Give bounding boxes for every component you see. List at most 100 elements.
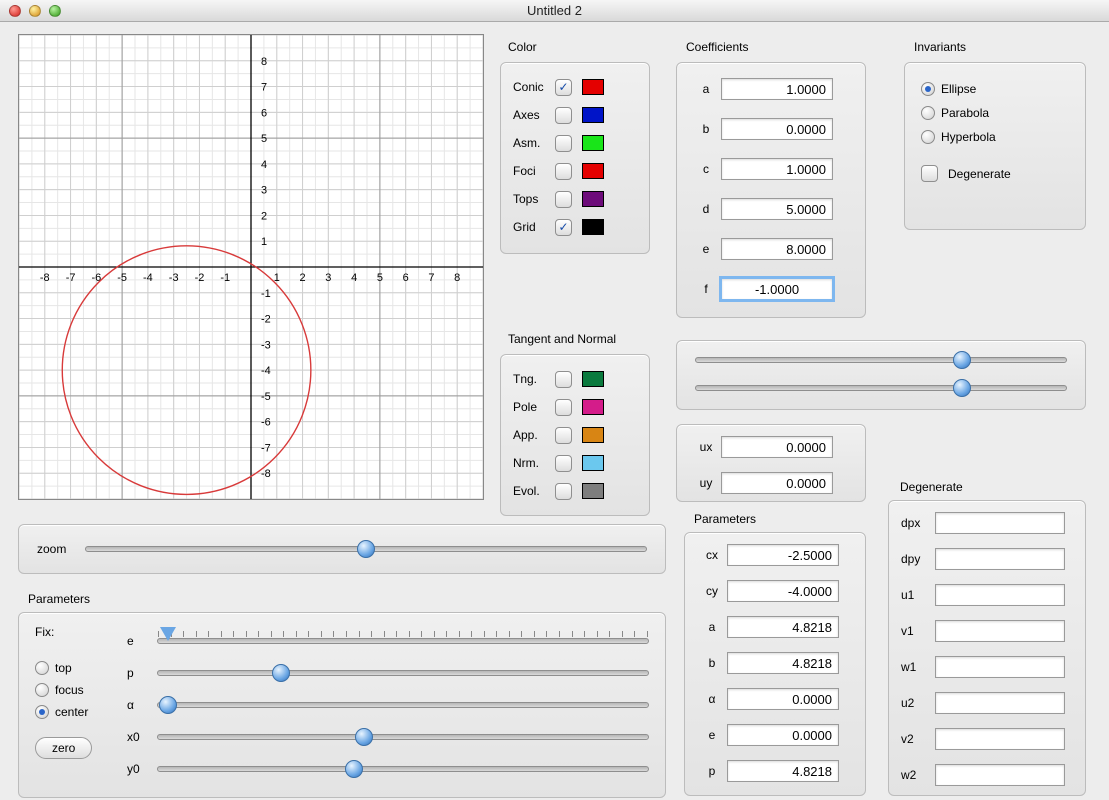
param-input-alpha[interactable]: [727, 688, 839, 710]
color-checkbox-grid[interactable]: ✓: [555, 219, 572, 236]
color-row-grid: Grid✓: [513, 213, 637, 241]
zoom-slider[interactable]: [85, 546, 647, 552]
invariants-heading: Invariants: [914, 40, 966, 54]
degen-input-w2[interactable]: [935, 764, 1065, 786]
tangent-row-nrm: Nrm.: [513, 449, 637, 477]
color-checkbox-tops[interactable]: [555, 191, 572, 208]
degen-label-dpy: dpy: [901, 552, 935, 566]
svg-text:7: 7: [261, 82, 267, 94]
param-slider-e[interactable]: [157, 638, 649, 644]
plot-area[interactable]: -8-7-6-5-4-3-2-112345678-8-7-6-5-4-3-2-1…: [18, 34, 484, 500]
invariant-option-ellipse[interactable]: Ellipse: [921, 77, 1069, 101]
coef-row-e: e: [691, 229, 851, 269]
color-checkbox-conic[interactable]: ✓: [555, 79, 572, 96]
degen-label-v2: v2: [901, 732, 935, 746]
degen-input-dpy[interactable]: [935, 548, 1065, 570]
coef-input-e[interactable]: [721, 238, 833, 260]
param-input-p[interactable]: [727, 760, 839, 782]
degen-input-w1[interactable]: [935, 656, 1065, 678]
coef-row-b: b: [691, 109, 851, 149]
svg-text:5: 5: [261, 133, 267, 145]
color-swatch[interactable]: [582, 135, 604, 151]
tangent-checkbox-pole[interactable]: [555, 399, 572, 416]
degenerate-checkbox-row: Degenerate: [921, 165, 1069, 182]
param-input-b[interactable]: [727, 652, 839, 674]
param-label-b: b: [697, 656, 727, 670]
param-label-cy: cy: [697, 584, 727, 598]
color-checkbox-asm[interactable]: [555, 135, 572, 152]
param-input-cx[interactable]: [727, 544, 839, 566]
u-row-uy: uy: [691, 465, 851, 501]
tangent-swatch[interactable]: [582, 455, 604, 471]
window-titlebar: Untitled 2: [0, 0, 1109, 22]
svg-text:3: 3: [325, 272, 331, 284]
degenerate-checkbox[interactable]: [921, 165, 938, 182]
fix-option-focus[interactable]: focus: [35, 679, 115, 701]
degen-label-w1: w1: [901, 660, 935, 674]
coef-input-a[interactable]: [721, 78, 833, 100]
degen-input-u2[interactable]: [935, 692, 1065, 714]
degen-input-v2[interactable]: [935, 728, 1065, 750]
degen-row-u2: u2: [901, 685, 1073, 721]
param-slider-x0[interactable]: [157, 734, 649, 740]
param-slider-p[interactable]: [157, 670, 649, 676]
degen-input-u1[interactable]: [935, 584, 1065, 606]
tangent-checkbox-app[interactable]: [555, 427, 572, 444]
tangent-checkbox-tng[interactable]: [555, 371, 572, 388]
color-swatch[interactable]: [582, 163, 604, 179]
degen-input-dpx[interactable]: [935, 512, 1065, 534]
tangent-row-evol: Evol.: [513, 477, 637, 505]
radio-icon: [921, 130, 935, 144]
tangent-label: App.: [513, 428, 555, 442]
coef-input-f[interactable]: [721, 278, 833, 300]
degen-row-u1: u1: [901, 577, 1073, 613]
color-swatch[interactable]: [582, 79, 604, 95]
param-slider-α[interactable]: [157, 702, 649, 708]
tangent-row-app: App.: [513, 421, 637, 449]
color-label: Foci: [513, 164, 555, 178]
zero-button[interactable]: zero: [35, 737, 92, 759]
u-input-uy[interactable]: [721, 472, 833, 494]
u-input-ux[interactable]: [721, 436, 833, 458]
param-input-e[interactable]: [727, 724, 839, 746]
color-swatch[interactable]: [582, 219, 604, 235]
coef-input-b[interactable]: [721, 118, 833, 140]
color-label: Tops: [513, 192, 555, 206]
param-slider-label: p: [127, 666, 157, 680]
coef-label-d: d: [691, 202, 721, 216]
tangent-checkbox-nrm[interactable]: [555, 455, 572, 472]
fix-option-top[interactable]: top: [35, 657, 115, 679]
color-swatch[interactable]: [582, 107, 604, 123]
tangent-swatch[interactable]: [582, 427, 604, 443]
u-label-ux: ux: [691, 440, 721, 454]
degen-input-v1[interactable]: [935, 620, 1065, 642]
degen-row-w1: w1: [901, 649, 1073, 685]
degen-label-dpx: dpx: [901, 516, 935, 530]
invariant-option-hyperbola[interactable]: Hyperbola: [921, 125, 1069, 149]
tangent-swatch[interactable]: [582, 371, 604, 387]
coef-input-d[interactable]: [721, 198, 833, 220]
coef-slider-2[interactable]: [695, 385, 1067, 391]
color-checkbox-foci[interactable]: [555, 163, 572, 180]
color-group: Conic✓AxesAsm.FociTopsGrid✓: [500, 62, 650, 254]
color-checkbox-axes[interactable]: [555, 107, 572, 124]
tangent-swatch[interactable]: [582, 399, 604, 415]
param-input-a[interactable]: [727, 616, 839, 638]
coef-input-c[interactable]: [721, 158, 833, 180]
param-slider-y0[interactable]: [157, 766, 649, 772]
svg-text:-6: -6: [91, 272, 101, 284]
param-label-p: p: [697, 764, 727, 778]
tangent-group: Tng.PoleApp.Nrm.Evol.: [500, 354, 650, 516]
tangent-swatch[interactable]: [582, 483, 604, 499]
param-label-a: a: [697, 620, 727, 634]
param-input-cy[interactable]: [727, 580, 839, 602]
coef-slider-1[interactable]: [695, 357, 1067, 363]
invariant-option-parabola[interactable]: Parabola: [921, 101, 1069, 125]
fix-option-center[interactable]: center: [35, 701, 115, 723]
parameters-left-group: Fix:topfocuscenterzeroepαx0y0: [18, 612, 666, 798]
svg-text:-5: -5: [117, 272, 127, 284]
tangent-checkbox-evol[interactable]: [555, 483, 572, 500]
color-swatch[interactable]: [582, 191, 604, 207]
svg-text:3: 3: [261, 185, 267, 197]
svg-text:-8: -8: [261, 468, 271, 480]
